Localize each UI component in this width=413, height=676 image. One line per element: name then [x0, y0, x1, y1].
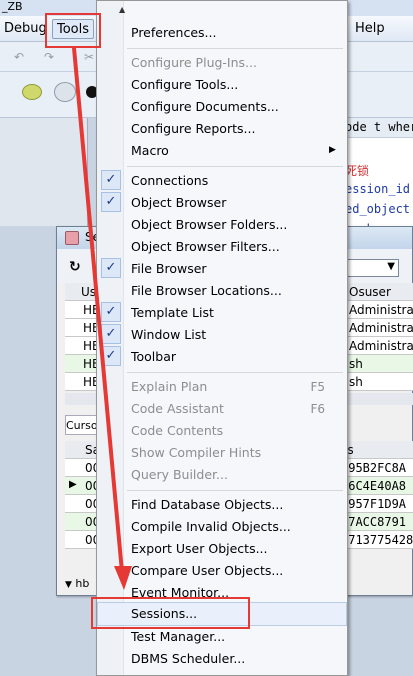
annotation-arrow: [72, 46, 132, 590]
